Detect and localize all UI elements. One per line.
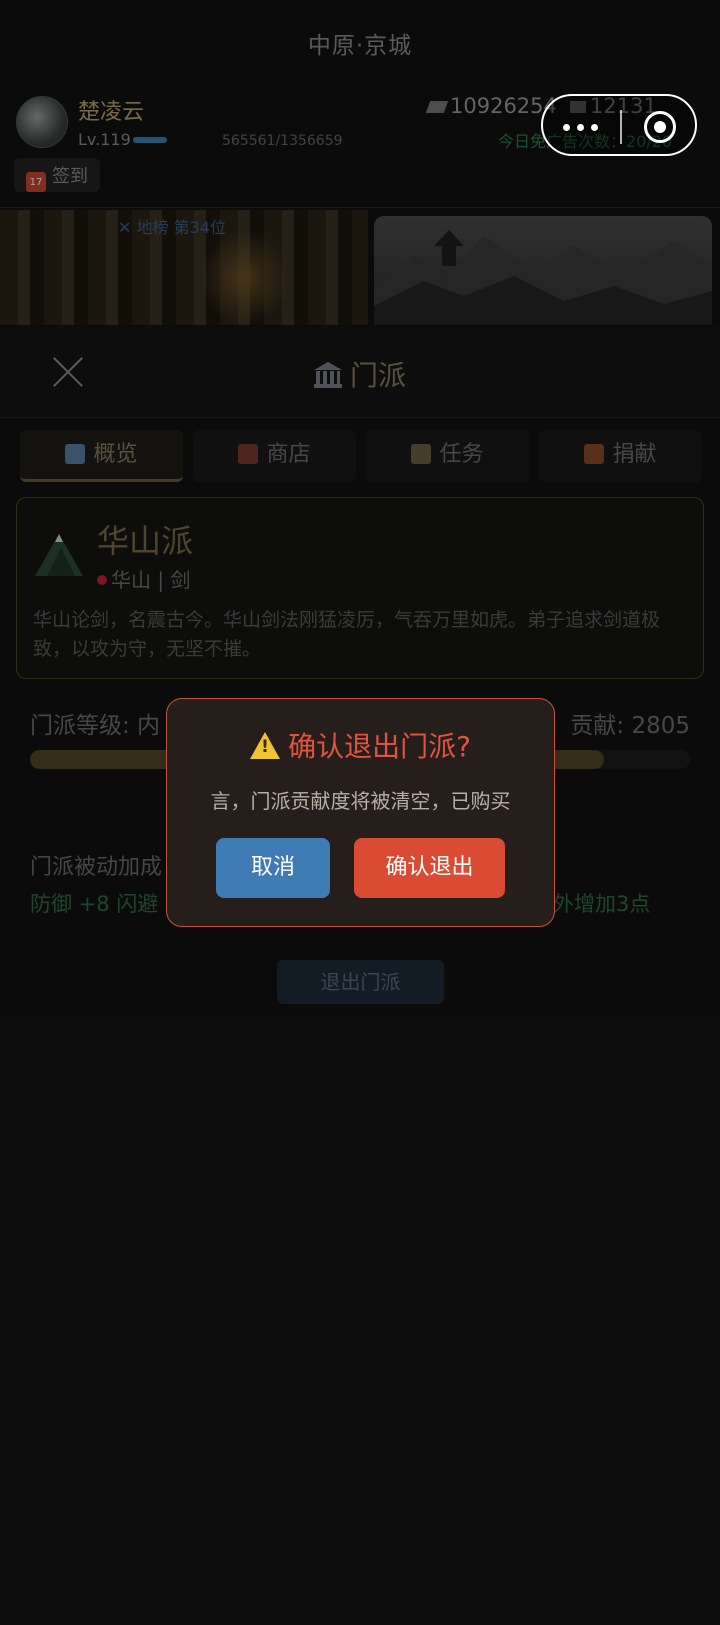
- dialog-message: 言，门派贡献度将被清空，已购买: [210, 789, 511, 813]
- dialog-title-text: 确认退出门派?: [288, 730, 471, 763]
- warning-icon: [250, 732, 281, 759]
- dialog-title: 确认退出门派?: [167, 725, 554, 765]
- app-page: 中原·京城 楚凌云 Lv.119 565561/1356659 10926254…: [0, 0, 720, 1625]
- more-icon[interactable]: [563, 124, 599, 131]
- capsule-divider: [620, 110, 622, 144]
- close-target-icon[interactable]: [644, 111, 676, 143]
- cancel-button[interactable]: 取消: [216, 838, 330, 898]
- confirm-leave-dialog: 确认退出门派? 言，门派贡献度将被清空，已购买 取消 确认退出: [166, 698, 555, 927]
- confirm-leave-button[interactable]: 确认退出: [354, 838, 505, 898]
- mini-program-capsule[interactable]: [541, 94, 697, 156]
